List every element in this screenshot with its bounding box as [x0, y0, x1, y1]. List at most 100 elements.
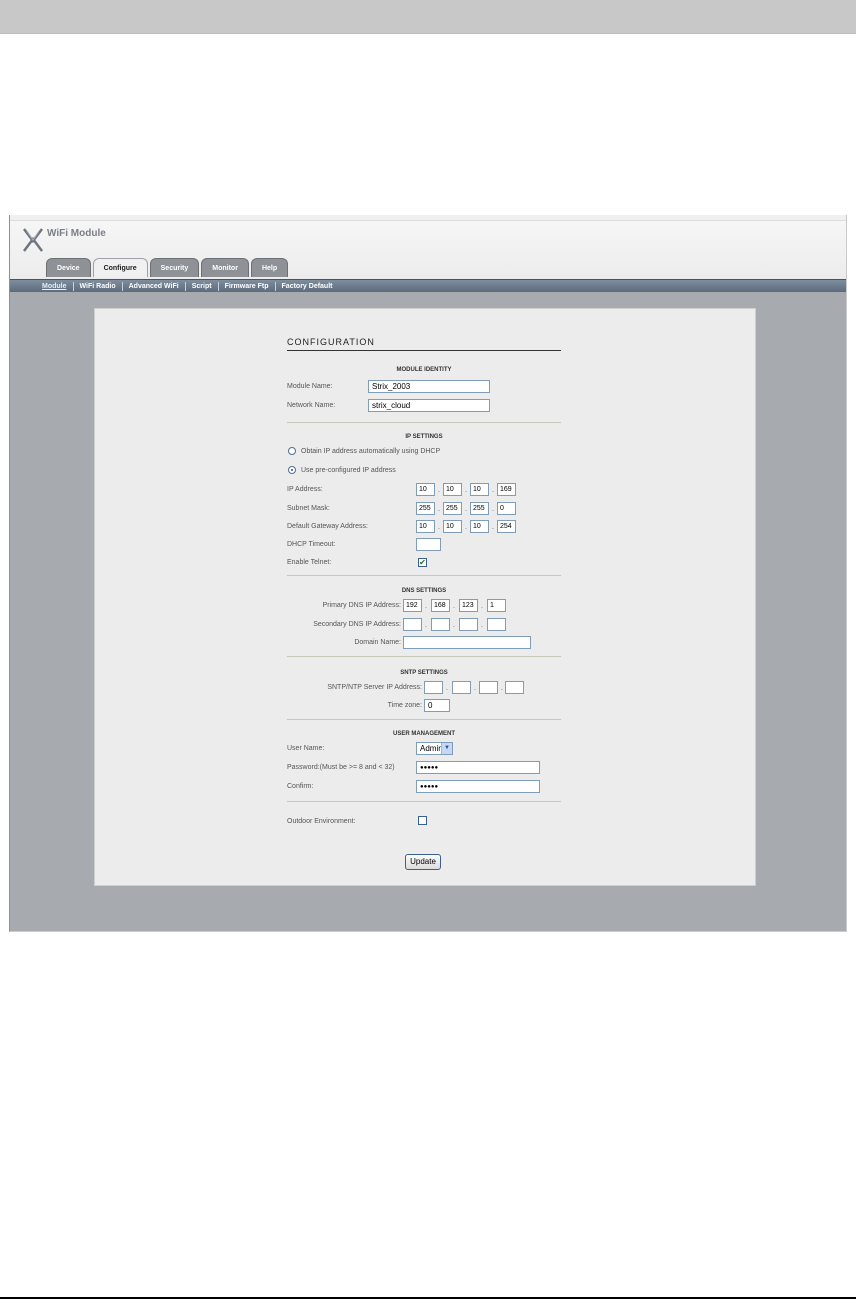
- octet-separator: .: [492, 506, 494, 513]
- enable-telnet-label: Enable Telnet:: [287, 559, 332, 566]
- octet-separator: .: [438, 524, 440, 531]
- primary-dns-octet-1[interactable]: 192: [403, 599, 422, 612]
- subnav-module[interactable]: Module: [36, 281, 74, 291]
- secondary-dns-octet-2[interactable]: [431, 618, 450, 631]
- subnav-factory-default[interactable]: Factory Default: [276, 282, 339, 291]
- octet-separator: .: [465, 487, 467, 494]
- module-name-label: Module Name:: [287, 383, 333, 390]
- sntp-server-octet-1[interactable]: [424, 681, 443, 694]
- chevron-down-icon[interactable]: ▼: [441, 743, 452, 754]
- dhcp-radio-label: Obtain IP address automatically using DH…: [301, 448, 441, 455]
- octet-separator: .: [465, 524, 467, 531]
- octet-separator: .: [474, 685, 476, 692]
- subnet-octet-1[interactable]: 255: [416, 502, 435, 515]
- primary-dns-octet-3[interactable]: 123: [459, 599, 478, 612]
- user-name-label: User Name:: [287, 745, 325, 752]
- user-name-selected-value: Admin: [420, 744, 443, 753]
- gateway-octet-2[interactable]: 10: [443, 520, 462, 533]
- secondary-dns-octet-3[interactable]: [459, 618, 478, 631]
- octet-separator: .: [446, 685, 448, 692]
- network-name-label: Network Name:: [287, 402, 336, 409]
- octet-separator: .: [465, 506, 467, 513]
- section-divider: [287, 719, 561, 720]
- octet-separator: .: [453, 622, 455, 629]
- ip-octet-2[interactable]: 10: [443, 483, 462, 496]
- confirm-password-input[interactable]: ●●●●●: [416, 780, 540, 793]
- octet-separator: .: [492, 524, 494, 531]
- gateway-label: Default Gateway Address:: [287, 523, 368, 530]
- ip-octet-4[interactable]: 169: [497, 483, 516, 496]
- time-zone-label: Time zone:: [387, 702, 422, 709]
- tab-help[interactable]: Help: [250, 258, 289, 277]
- octet-separator: .: [453, 603, 455, 610]
- dhcp-timeout-input[interactable]: [416, 538, 441, 551]
- time-zone-input[interactable]: 0: [424, 699, 450, 712]
- sntp-server-octet-3[interactable]: [479, 681, 498, 694]
- octet-separator: .: [425, 603, 427, 610]
- dns-settings-heading: DNS SETTINGS: [401, 588, 447, 594]
- page-title: CONFIGURATION: [287, 337, 561, 351]
- subnet-octet-2[interactable]: 255: [443, 502, 462, 515]
- app-header: WiFi Module Device Configure Security Mo…: [10, 215, 846, 279]
- section-divider: [287, 422, 561, 423]
- user-name-select[interactable]: Admin ▼: [416, 742, 453, 755]
- document-footer-rule: [0, 1297, 856, 1299]
- configuration-form: CONFIGURATION MODULE IDENTITY Module Nam…: [287, 337, 561, 877]
- outdoor-environment-checkbox[interactable]: [418, 816, 427, 825]
- subnet-mask-label: Subnet Mask:: [287, 505, 330, 512]
- module-name-input[interactable]: Strix_2003: [368, 380, 490, 393]
- gateway-octet-4[interactable]: 254: [497, 520, 516, 533]
- octet-separator: .: [481, 622, 483, 629]
- tab-security[interactable]: Security: [149, 258, 200, 277]
- primary-dns-octet-2[interactable]: 168: [431, 599, 450, 612]
- ip-octet-3[interactable]: 10: [470, 483, 489, 496]
- octet-separator: .: [501, 685, 503, 692]
- user-management-heading: USER MANAGEMENT: [392, 731, 455, 737]
- ip-settings-heading: IP SETTINGS: [405, 434, 443, 440]
- subnav-script[interactable]: Script: [186, 281, 219, 291]
- primary-dns-octet-4[interactable]: 1: [487, 599, 506, 612]
- subnet-octet-4[interactable]: 0: [497, 502, 516, 515]
- sub-navigation: Module WiFi Radio Advanced WiFi Script F…: [10, 279, 846, 292]
- preconfigured-ip-radio[interactable]: [288, 466, 296, 474]
- octet-separator: .: [492, 487, 494, 494]
- wifi-module-logo-icon: [23, 228, 43, 252]
- tab-configure[interactable]: Configure: [92, 258, 148, 277]
- sntp-server-octet-4[interactable]: [505, 681, 524, 694]
- subnet-octet-3[interactable]: 255: [470, 502, 489, 515]
- section-divider: [287, 575, 561, 576]
- preconfigured-ip-label: Use pre-configured IP address: [301, 467, 396, 474]
- dhcp-timeout-label: DHCP Timeout:: [287, 541, 336, 548]
- ip-octet-1[interactable]: 10: [416, 483, 435, 496]
- confirm-password-label: Confirm:: [287, 783, 314, 790]
- octet-separator: .: [481, 603, 483, 610]
- section-divider: [287, 656, 561, 657]
- octet-separator: .: [438, 487, 440, 494]
- subnav-advanced-wifi[interactable]: Advanced WiFi: [123, 281, 186, 291]
- subnav-firmware-ftp[interactable]: Firmware Ftp: [219, 281, 276, 291]
- domain-name-input[interactable]: [403, 636, 531, 649]
- gateway-octet-3[interactable]: 10: [470, 520, 489, 533]
- password-input[interactable]: ●●●●●: [416, 761, 540, 774]
- secondary-dns-octet-4[interactable]: [487, 618, 506, 631]
- browser-top-strip: [10, 215, 846, 221]
- subnav-wifi-radio[interactable]: WiFi Radio: [74, 281, 123, 291]
- module-identity-heading: MODULE IDENTITY: [396, 367, 452, 373]
- tab-monitor[interactable]: Monitor: [201, 258, 249, 277]
- ip-address-label: IP Address:: [287, 486, 323, 493]
- password-label: Password:(Must be >= 8 and < 32): [287, 764, 395, 771]
- network-name-input[interactable]: strix_cloud: [368, 399, 490, 412]
- update-button[interactable]: Update: [405, 854, 441, 870]
- sntp-server-octet-2[interactable]: [452, 681, 471, 694]
- gateway-octet-1[interactable]: 10: [416, 520, 435, 533]
- secondary-dns-octet-1[interactable]: [403, 618, 422, 631]
- outdoor-environment-label: Outdoor Environment:: [287, 818, 356, 825]
- document-header-bar: [0, 0, 856, 34]
- primary-dns-label: Primary DNS IP Address:: [322, 602, 401, 609]
- sntp-settings-heading: SNTP SETTINGS: [400, 670, 448, 676]
- tab-device[interactable]: Device: [46, 258, 91, 277]
- secondary-dns-label: Secondary DNS IP Address:: [313, 621, 401, 628]
- dhcp-radio[interactable]: [288, 447, 296, 455]
- enable-telnet-checkbox[interactable]: ✔: [418, 558, 427, 567]
- octet-separator: .: [425, 622, 427, 629]
